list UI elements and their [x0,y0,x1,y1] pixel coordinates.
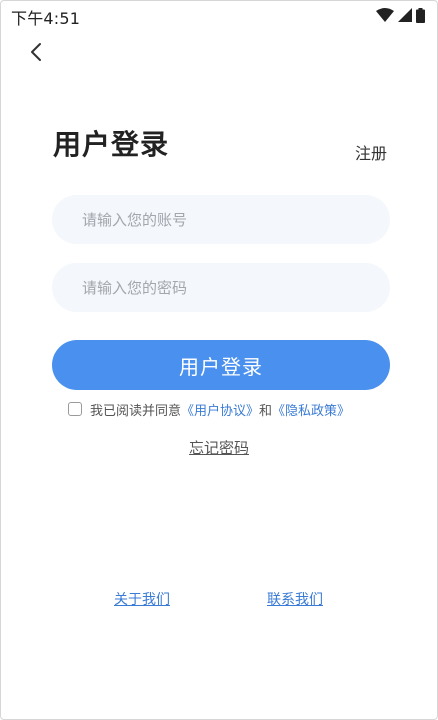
agreement-checkbox[interactable] [68,402,82,416]
chevron-left-icon [31,43,41,61]
back-button[interactable] [23,39,51,67]
forgot-password-row: 忘记密码 [1,437,437,458]
status-icons [376,7,425,23]
agreement-and: 和 [259,403,273,419]
about-us-link[interactable]: 关于我们 [114,589,170,609]
password-input[interactable] [52,263,390,312]
status-bar: 下午4:51 [1,1,437,29]
account-input[interactable] [52,195,390,244]
signal-icon [398,8,412,22]
agreement-prefix: 我已阅读并同意 [90,403,182,419]
user-agreement-link[interactable]: 《用户协议》 [181,400,259,419]
register-link[interactable]: 注册 [355,140,387,164]
battery-icon [416,7,425,23]
status-time: 下午4:51 [11,9,81,28]
wifi-icon [376,8,394,22]
forgot-password-link[interactable]: 忘记密码 [189,439,249,457]
login-screen: 下午4:51 用户登录 注册 用户登录 我已阅读并同意 《用户协议》 和 《隐私… [0,0,438,720]
login-button[interactable]: 用户登录 [52,340,390,390]
contact-us-link[interactable]: 联系我们 [267,589,323,609]
agreement-row: 我已阅读并同意 《用户协议》 和 《隐私政策》 [68,399,350,419]
page-title: 用户登录 [53,128,170,161]
privacy-policy-link[interactable]: 《隐私政策》 [272,400,350,419]
